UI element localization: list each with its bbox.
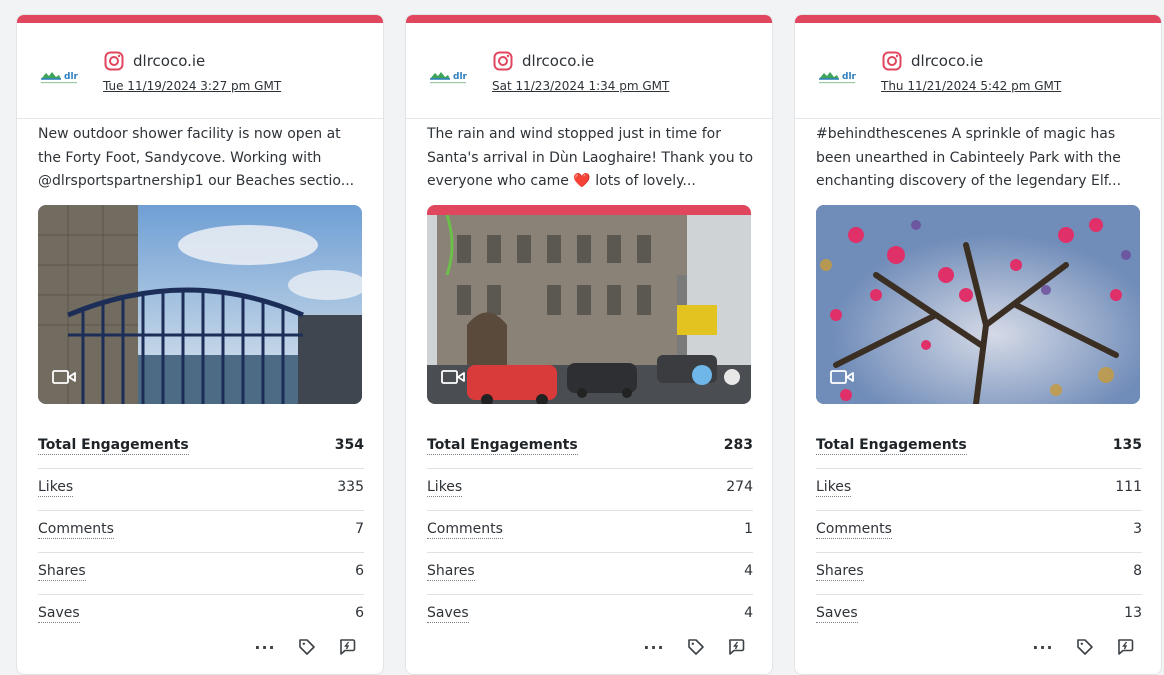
- card-accent-bar: [406, 15, 772, 23]
- metric-value: 274: [726, 479, 753, 495]
- metric-shares: Shares 8: [816, 553, 1142, 595]
- metric-label[interactable]: Comments: [38, 521, 114, 539]
- engagement-metrics: Total Engagements 283 Likes 274 Comments…: [427, 427, 753, 637]
- metric-label[interactable]: Comments: [816, 521, 892, 539]
- card-actions: ···: [642, 635, 752, 659]
- metric-comments: Comments 3: [816, 511, 1142, 553]
- metric-value: 4: [744, 563, 753, 579]
- card-actions: ···: [1031, 635, 1141, 659]
- video-icon: [52, 368, 78, 386]
- instagram-icon: [104, 51, 124, 71]
- metric-label[interactable]: Shares: [816, 563, 864, 581]
- post-card[interactable]: dlr dlrcoco.ie Tue 11/19/2024 3:27 pm GM…: [16, 14, 384, 675]
- card-accent-bar: [17, 15, 383, 23]
- metric-label[interactable]: Total Engagements: [38, 437, 189, 455]
- reply-icon[interactable]: [724, 635, 748, 659]
- metric-likes: Likes 274: [427, 469, 753, 511]
- metric-label[interactable]: Saves: [816, 605, 858, 623]
- metric-value: 111: [1115, 479, 1142, 495]
- post-card[interactable]: dlr dlrcoco.ie Sat 11/23/2024 1:34 pm GM…: [405, 14, 773, 675]
- metric-value: 4: [744, 605, 753, 621]
- metric-label[interactable]: Shares: [427, 563, 475, 581]
- post-timestamp-link[interactable]: Sat 11/23/2024 1:34 pm GMT: [492, 78, 669, 94]
- metric-value: 6: [355, 605, 364, 621]
- metric-total-engagements: Total Engagements 135: [816, 427, 1142, 469]
- metric-likes: Likes 111: [816, 469, 1142, 511]
- metric-shares: Shares 4: [427, 553, 753, 595]
- metric-total-engagements: Total Engagements 283: [427, 427, 753, 469]
- svg-text:dlr: dlr: [64, 72, 79, 82]
- metric-label[interactable]: Comments: [427, 521, 503, 539]
- post-header: dlr dlrcoco.ie Tue 11/19/2024 3:27 pm GM…: [17, 23, 383, 119]
- post-media-thumbnail[interactable]: [427, 205, 751, 404]
- tag-icon[interactable]: [684, 635, 708, 659]
- card-accent-bar: [795, 15, 1161, 23]
- post-caption: New outdoor shower facility is now open …: [38, 123, 368, 194]
- caption-text: New outdoor shower facility is now open …: [38, 126, 355, 189]
- reply-icon[interactable]: [335, 635, 359, 659]
- metric-value: 8: [1133, 563, 1142, 579]
- metric-label[interactable]: Saves: [38, 605, 80, 623]
- post-caption: The rain and wind stopped just in time f…: [427, 123, 757, 194]
- metric-likes: Likes 335: [38, 469, 364, 511]
- post-caption: #behindthescenes A sprinkle of magic has…: [816, 123, 1146, 194]
- metric-value: 13: [1124, 605, 1142, 621]
- post-timestamp-link[interactable]: Thu 11/21/2024 5:42 pm GMT: [881, 78, 1061, 94]
- post-card[interactable]: dlr dlrcoco.ie Thu 11/21/2024 5:42 pm GM…: [794, 14, 1162, 675]
- post-media-thumbnail[interactable]: [816, 205, 1140, 404]
- dlr-logo: dlr: [428, 67, 478, 87]
- video-icon: [441, 368, 467, 386]
- metric-label[interactable]: Total Engagements: [427, 437, 578, 455]
- metric-label[interactable]: Shares: [38, 563, 86, 581]
- metric-value: 135: [1112, 437, 1142, 453]
- metric-saves: Saves 4: [427, 595, 753, 637]
- metric-value: 354: [334, 437, 364, 453]
- caption-text: #behindthescenes A sprinkle of magic has…: [816, 126, 1122, 189]
- metric-value: 335: [337, 479, 364, 495]
- tag-icon[interactable]: [295, 635, 319, 659]
- dlr-logo: dlr: [39, 67, 89, 87]
- metric-value: 1: [744, 521, 753, 537]
- account-handle[interactable]: dlrcoco.ie: [522, 51, 594, 71]
- post-header: dlr dlrcoco.ie Thu 11/21/2024 5:42 pm GM…: [795, 23, 1161, 119]
- post-media-thumbnail[interactable]: [38, 205, 362, 404]
- metric-total-engagements: Total Engagements 354: [38, 427, 364, 469]
- metric-label[interactable]: Total Engagements: [816, 437, 967, 455]
- metric-comments: Comments 1: [427, 511, 753, 553]
- more-icon[interactable]: ···: [642, 635, 666, 659]
- engagement-metrics: Total Engagements 135 Likes 111 Comments…: [816, 427, 1142, 637]
- instagram-icon: [882, 51, 902, 71]
- metric-comments: Comments 7: [38, 511, 364, 553]
- reply-icon[interactable]: [1113, 635, 1137, 659]
- metric-label[interactable]: Likes: [427, 479, 463, 497]
- card-actions: ···: [253, 635, 363, 659]
- more-icon[interactable]: ···: [1031, 635, 1055, 659]
- account-handle[interactable]: dlrcoco.ie: [133, 51, 205, 71]
- metric-value: 6: [355, 563, 364, 579]
- metric-label[interactable]: Saves: [427, 605, 469, 623]
- dlr-logo: dlr: [817, 67, 867, 87]
- post-timestamp-link[interactable]: Tue 11/19/2024 3:27 pm GMT: [103, 78, 281, 94]
- video-icon: [830, 368, 856, 386]
- metric-saves: Saves 13: [816, 595, 1142, 637]
- metric-value: 3: [1133, 521, 1142, 537]
- instagram-icon: [493, 51, 513, 71]
- account-handle[interactable]: dlrcoco.ie: [911, 51, 983, 71]
- svg-text:dlr: dlr: [453, 72, 468, 82]
- metric-value: 283: [723, 437, 753, 453]
- metric-label[interactable]: Likes: [816, 479, 852, 497]
- metric-label[interactable]: Likes: [38, 479, 74, 497]
- svg-text:dlr: dlr: [842, 72, 857, 82]
- engagement-metrics: Total Engagements 354 Likes 335 Comments…: [38, 427, 364, 637]
- metric-value: 7: [355, 521, 364, 537]
- metric-saves: Saves 6: [38, 595, 364, 637]
- caption-text: The rain and wind stopped just in time f…: [427, 126, 754, 189]
- more-icon[interactable]: ···: [253, 635, 277, 659]
- post-header: dlr dlrcoco.ie Sat 11/23/2024 1:34 pm GM…: [406, 23, 772, 119]
- tag-icon[interactable]: [1073, 635, 1097, 659]
- metric-shares: Shares 6: [38, 553, 364, 595]
